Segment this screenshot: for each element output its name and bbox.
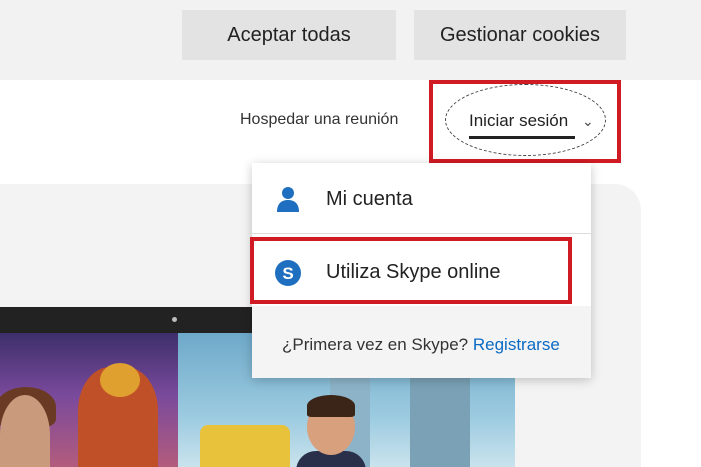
host-meeting-link[interactable]: Hospedar una reunión xyxy=(240,111,398,129)
accept-all-cookies-button[interactable]: Aceptar todas xyxy=(182,10,396,60)
manage-cookies-button[interactable]: Gestionar cookies xyxy=(414,10,626,60)
sign-in-button[interactable]: Iniciar sesión xyxy=(469,111,568,131)
person-hair xyxy=(307,395,355,417)
robot-head xyxy=(100,363,140,397)
taxi xyxy=(200,425,290,467)
signup-prompt-text: ¿Primera vez en Skype? xyxy=(282,335,469,354)
sign-in-underline xyxy=(469,136,575,139)
laptop-camera xyxy=(172,317,177,322)
menu-item-label: Mi cuenta xyxy=(326,188,413,210)
skype-online-highlight-box xyxy=(250,237,572,304)
menu-item-my-account[interactable] xyxy=(252,163,591,233)
person-face xyxy=(0,395,50,467)
signup-prompt: ¿Primera vez en Skype? Registrarse xyxy=(282,335,560,355)
register-link[interactable]: Registrarse xyxy=(473,335,560,354)
chevron-down-icon[interactable]: ⌄ xyxy=(582,113,594,130)
person-icon xyxy=(277,187,299,212)
